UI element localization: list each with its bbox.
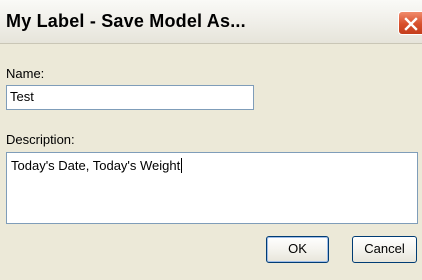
name-input[interactable]: Test [6, 85, 254, 110]
ok-button[interactable]: OK [266, 236, 329, 263]
close-icon [404, 17, 418, 31]
description-input[interactable]: Today's Date, Today's Weight [6, 152, 418, 224]
title-bar[interactable]: My Label - Save Model As... [0, 0, 422, 44]
description-input-value: Today's Date, Today's Weight [11, 158, 181, 173]
window-title: My Label - Save Model As... [6, 11, 246, 31]
close-button[interactable] [398, 11, 422, 35]
cancel-button[interactable]: Cancel [352, 236, 417, 263]
name-label: Name: [6, 66, 45, 81]
description-label: Description: [6, 132, 75, 147]
name-input-value: Test [10, 89, 34, 104]
save-model-dialog: My Label - Save Model As... Name: Test D… [0, 0, 422, 280]
text-caret [181, 158, 183, 173]
